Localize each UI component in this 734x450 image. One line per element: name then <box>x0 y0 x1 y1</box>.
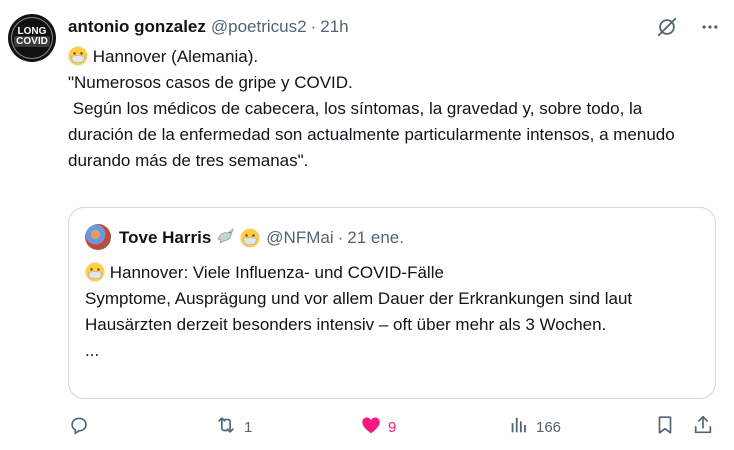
analytics-icon <box>508 414 530 440</box>
face-with-medical-mask-icon <box>68 46 88 66</box>
quoted-tweet-header: Tove Harris @NFMai · 21 ene. <box>119 226 404 250</box>
quoted-line-4: ... <box>85 341 100 360</box>
more-icon[interactable] <box>700 17 720 37</box>
face-with-medical-mask-icon <box>240 228 260 248</box>
share-icon <box>692 414 714 440</box>
share-button[interactable] <box>692 412 714 442</box>
quoted-tweet-date[interactable]: 21 ene. <box>347 228 404 248</box>
tweet-header: antonio gonzalez @poetricus2 · 21h <box>68 16 349 38</box>
tweet-time[interactable]: 21h <box>320 17 348 37</box>
quoted-line-3: Symptome, Ausprägung und vor allem Dauer… <box>85 289 637 334</box>
tweet-line-4: Según los médicos de cabecera, los sínto… <box>68 99 680 170</box>
tweet-line-3: "Numerosos casos de gripe y COVID. <box>68 73 353 92</box>
like-button[interactable]: 9 <box>360 412 396 442</box>
tweet-action-bar: 1 9 166 <box>68 412 718 442</box>
heart-icon <box>360 414 382 440</box>
separator-dot: · <box>310 17 317 36</box>
author-display-name[interactable]: antonio gonzalez <box>68 17 206 37</box>
tweet-top-icons <box>656 16 720 38</box>
reply-icon <box>68 414 90 440</box>
repost-icon <box>214 414 238 440</box>
separator-dot: · <box>337 228 344 247</box>
repost-button[interactable]: 1 <box>214 412 252 442</box>
quoted-tweet[interactable]: Tove Harris @NFMai · 21 ene. Hannover: V… <box>68 207 716 399</box>
bookmark-icon <box>654 414 676 440</box>
views-count: 166 <box>536 418 562 436</box>
tweet-text: Hannover (Alemania). "Numerosos casos de… <box>68 44 708 174</box>
grok-icon[interactable] <box>656 16 678 38</box>
author-avatar[interactable]: LONG COVID <box>8 14 56 62</box>
author-handle[interactable]: @poetricus2 <box>211 17 307 37</box>
bookmark-button[interactable] <box>654 412 676 442</box>
quoted-author-avatar[interactable] <box>85 224 111 250</box>
views-button[interactable]: 166 <box>508 412 561 442</box>
tweet-line-1: Hannover (Alemania). <box>92 47 259 66</box>
quoted-tweet-text: Hannover: Viele Influenza- und COVID-Fäl… <box>85 260 701 364</box>
avatar-text-bottom: COVID <box>14 36 50 47</box>
quoted-author-display-name[interactable]: Tove Harris <box>119 228 211 248</box>
repost-count: 1 <box>244 418 253 436</box>
reply-button[interactable] <box>68 412 96 442</box>
dove-icon <box>216 227 236 250</box>
quoted-line-1: Hannover: Viele Influenza- und COVID-Fäl… <box>109 263 444 282</box>
like-count: 9 <box>388 418 397 436</box>
quoted-author-handle[interactable]: @NFMai <box>266 228 333 248</box>
face-with-medical-mask-icon <box>85 262 105 282</box>
